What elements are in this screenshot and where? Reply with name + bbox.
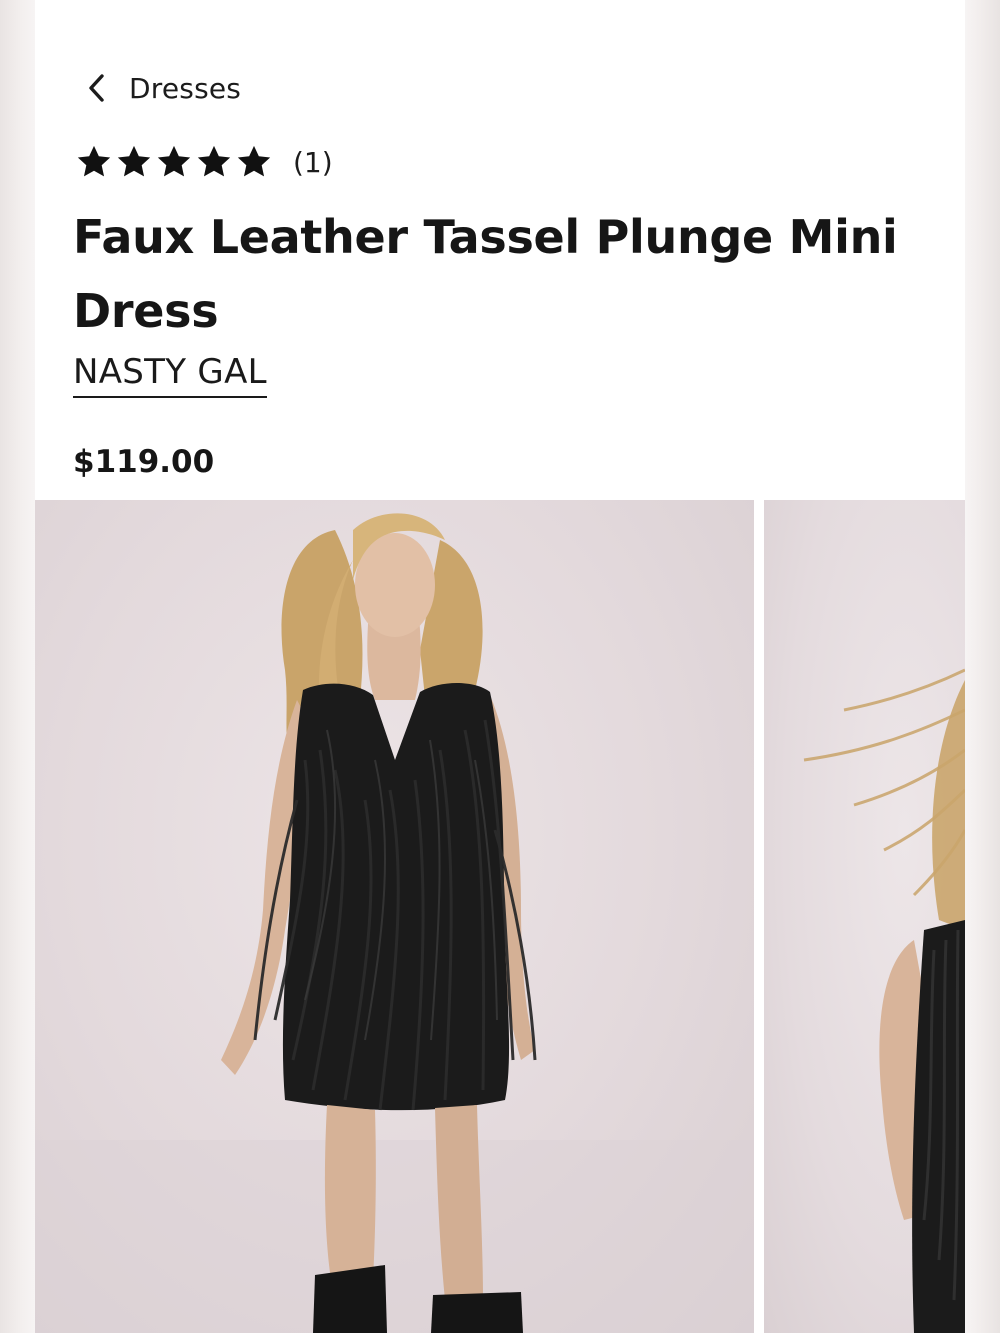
product-image-front[interactable] [35, 500, 754, 1333]
star-icon [155, 143, 193, 181]
breadcrumb-label: Dresses [129, 71, 242, 105]
product-price: $119.00 [73, 444, 215, 480]
rating-stars [75, 143, 273, 181]
brand-link[interactable]: NASTY GAL [73, 352, 267, 398]
product-image-detail[interactable] [764, 500, 965, 1333]
breadcrumb-back-link[interactable]: Dresses [87, 68, 241, 108]
product-rating[interactable]: (1) [75, 140, 333, 184]
star-icon [75, 143, 113, 181]
left-edge-shadow [0, 0, 35, 1333]
product-title: Faux Leather Tassel Plunge Mini Dress [73, 210, 898, 338]
product-page: Dresses (1) Faux Leather Tassel Plunge M… [0, 0, 1000, 1333]
star-icon [235, 143, 273, 181]
review-count: (1) [293, 145, 333, 179]
star-icon [195, 143, 233, 181]
right-edge-shadow [965, 0, 1000, 1333]
star-icon [115, 143, 153, 181]
product-info-panel: Dresses (1) Faux Leather Tassel Plunge M… [35, 0, 965, 500]
product-image-gallery[interactable] [35, 500, 965, 1333]
chevron-left-icon [87, 73, 107, 103]
